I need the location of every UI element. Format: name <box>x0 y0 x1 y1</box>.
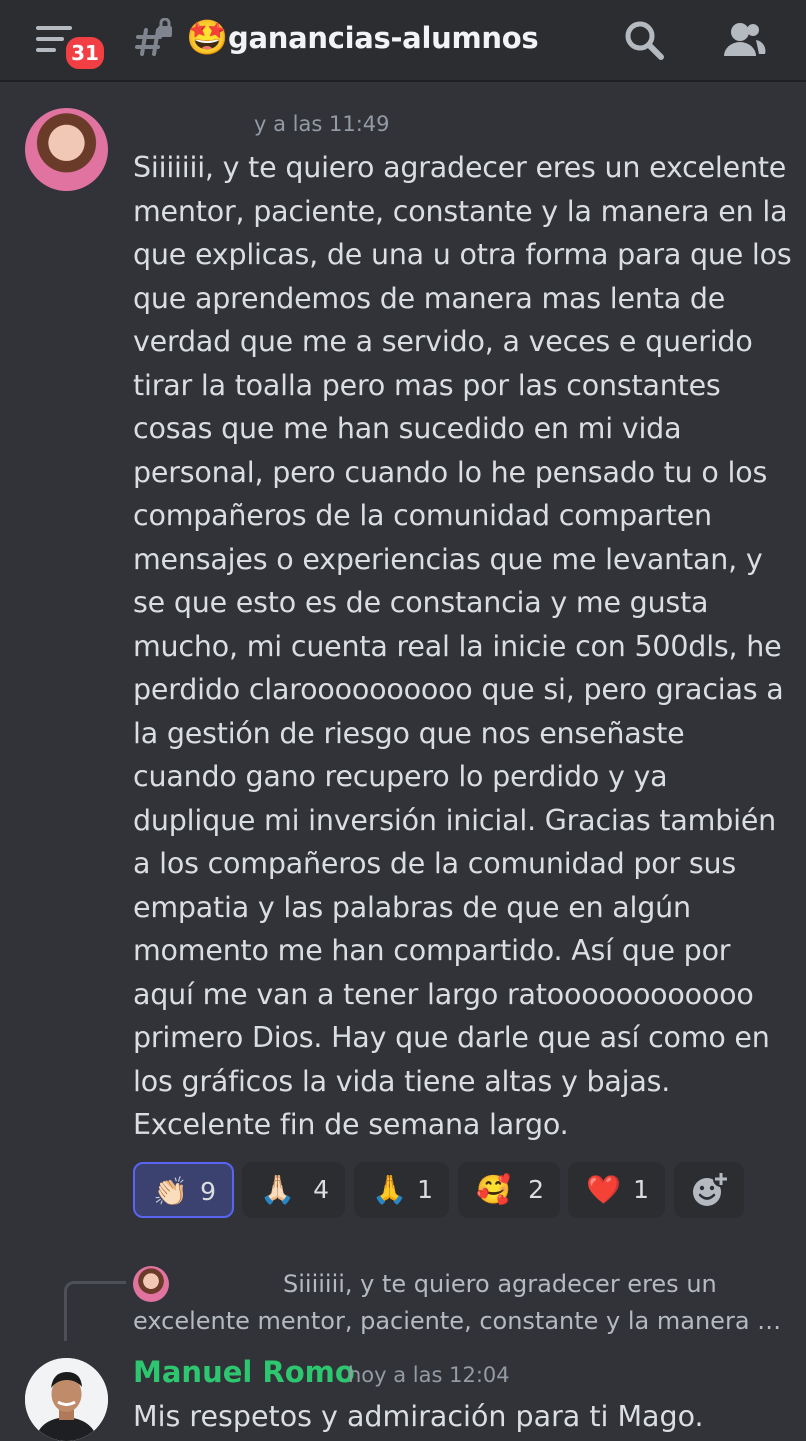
channel-name[interactable]: ganancias-alumnos <box>228 18 539 58</box>
reaction-count: 2 <box>528 1175 544 1204</box>
person-avatar-icon <box>25 1358 108 1441</box>
reply-connector <box>64 1281 126 1341</box>
add-reaction-icon <box>693 1171 729 1206</box>
reaction-pray[interactable]: 🙏 1 <box>354 1162 449 1218</box>
message-text: Siiiiiii, y te quiero agradecer eres un … <box>133 151 792 1141</box>
reaction-count: 1 <box>633 1175 649 1204</box>
reaction-count: 4 <box>313 1175 329 1204</box>
message-text: Mis respetos y admiración para ti Mago. <box>133 1400 704 1433</box>
reply-preview-text: Siiiiiii, y te quiero agradecer eres un … <box>133 1270 782 1335</box>
folded-hands-icon: 🙏🏻 <box>260 1173 295 1206</box>
unread-badge: 31 <box>63 34 107 72</box>
search-icon[interactable] <box>622 18 666 62</box>
message-timestamp: y a las 11:49 <box>254 112 390 136</box>
locked-channel-hash-icon <box>135 18 172 56</box>
reaction-heart[interactable]: ❤️ 1 <box>568 1162 665 1218</box>
reaction-count: 1 <box>417 1175 433 1204</box>
author-avatar[interactable] <box>25 1358 108 1441</box>
message-author[interactable]: Manuel Romo <box>133 1352 355 1392</box>
reply-preview[interactable]: Siiiiiii, y te quiero agradecer eres un … <box>133 1266 783 1340</box>
reaction-count: 9 <box>200 1177 216 1206</box>
add-reaction-button[interactable] <box>674 1162 744 1218</box>
reaction-hearts-face[interactable]: 🥰 2 <box>458 1162 560 1218</box>
clapping-hands-icon: 👏🏻 <box>153 1175 188 1208</box>
smiling-face-hearts-icon: 🥰 <box>476 1173 511 1206</box>
channel-emoji: 🤩 <box>186 18 229 58</box>
folded-hands-icon: 🙏 <box>372 1173 407 1206</box>
top-bar: 31 🤩 ganancias-alumnos <box>0 0 806 82</box>
reaction-clapping[interactable]: 👏🏻 9 <box>133 1162 234 1218</box>
members-icon[interactable] <box>720 18 766 62</box>
red-heart-icon: ❤️ <box>586 1173 621 1206</box>
user-avatar[interactable] <box>25 108 108 191</box>
message-timestamp: hoy a las 12:04 <box>348 1363 510 1387</box>
reaction-pray-light[interactable]: 🙏🏻 4 <box>242 1162 345 1218</box>
